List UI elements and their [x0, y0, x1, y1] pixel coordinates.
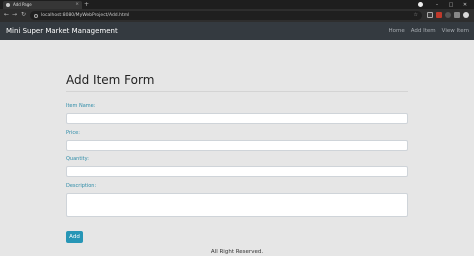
nav-link-view-item[interactable]: View Item [442, 27, 469, 35]
minimize-icon[interactable]: – [430, 0, 444, 9]
description-textarea[interactable] [66, 193, 408, 217]
window-close-icon[interactable]: ✕ [458, 0, 472, 9]
back-icon[interactable]: ← [4, 11, 9, 19]
nav-link-home[interactable]: Home [389, 27, 405, 35]
browser-tab[interactable]: Add Page × [3, 1, 82, 9]
nav-links: Home Add Item View Item [389, 27, 470, 35]
footer-text: All Right Reserved. [210, 249, 264, 255]
page-title: Add Item Form [66, 73, 155, 87]
price-input[interactable] [66, 140, 408, 151]
forward-icon[interactable]: → [12, 11, 17, 19]
browser-toolbar: ← → ↻ localhost:8080/MyWebProject/Add.ht… [0, 9, 474, 22]
profile-icon[interactable] [416, 0, 424, 9]
add-button[interactable]: Add [66, 231, 83, 243]
quantity-label: Quantity: [66, 156, 89, 162]
extensions-puzzle-icon[interactable] [454, 12, 460, 18]
extension-icon[interactable] [427, 12, 433, 18]
nav-link-add-item[interactable]: Add Item [411, 27, 436, 35]
url-text: localhost:8080/MyWebProject/Add.html [41, 13, 130, 18]
description-label: Description: [66, 183, 97, 189]
tab-title: Add Page [13, 2, 32, 7]
quantity-input[interactable] [66, 166, 408, 177]
extension-red-icon[interactable] [436, 12, 442, 18]
tab-close-icon[interactable]: × [75, 2, 79, 7]
address-bar[interactable]: localhost:8080/MyWebProject/Add.html ☆ [30, 11, 422, 20]
divider [66, 91, 408, 92]
extension-gray-icon[interactable] [445, 12, 451, 18]
browser-tab-bar: Add Page × + – □ ✕ [0, 0, 474, 9]
item-name-input[interactable] [66, 113, 408, 124]
new-tab-icon[interactable]: + [84, 1, 89, 8]
price-label: Price: [66, 130, 80, 136]
app-navbar: Mini Super Market Management Home Add It… [0, 22, 474, 40]
globe-icon [6, 3, 10, 7]
site-info-icon[interactable] [34, 13, 38, 18]
maximize-icon[interactable]: □ [444, 0, 458, 9]
reload-icon[interactable]: ↻ [21, 11, 26, 19]
bookmark-star-icon[interactable]: ☆ [414, 12, 418, 18]
avatar[interactable] [463, 12, 469, 18]
brand-title[interactable]: Mini Super Market Management [6, 27, 118, 35]
item-name-label: Item Name: [66, 103, 96, 109]
